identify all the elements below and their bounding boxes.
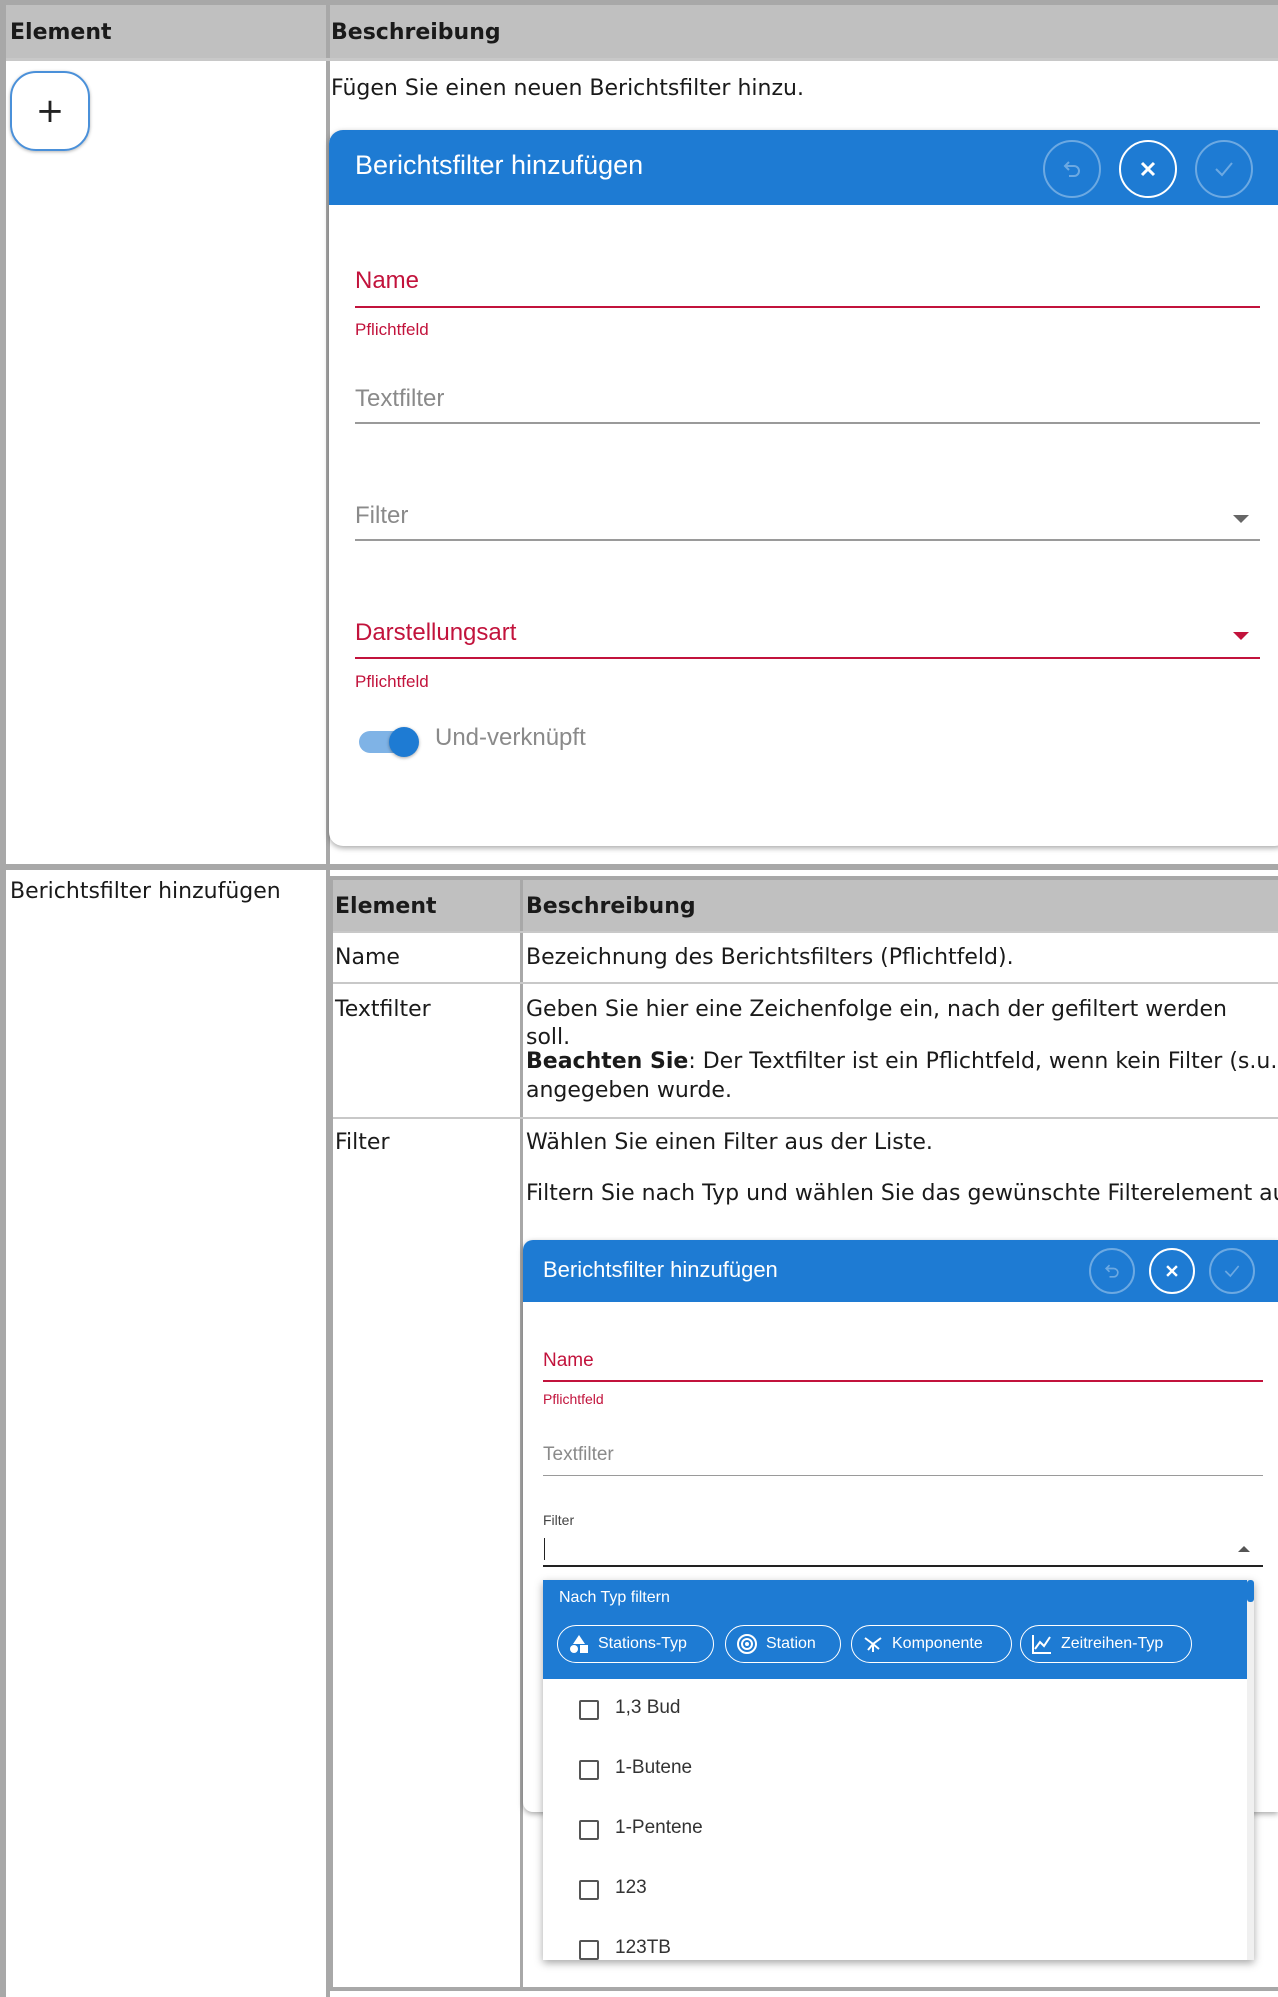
inner-row-filter-description: Wählen Sie einen Filter aus der Liste. xyxy=(526,1130,933,1155)
option-label: 1,3 Bud xyxy=(615,1697,681,1718)
dialog2-check-icon xyxy=(1224,1265,1240,1278)
dropdown-option[interactable]: 1-Butene xyxy=(543,1739,1243,1799)
outer-row1-bottom-line xyxy=(6,864,1278,870)
dropdown-option[interactable]: 1,3 Bud xyxy=(543,1679,1243,1739)
close-icon xyxy=(1140,161,1156,177)
dialog2-name-hint: Pflichtfeld xyxy=(543,1391,604,1407)
inner-row-textfilter-description: Geben Sie hier eine Zeichenfolge ein, na… xyxy=(526,997,1227,1050)
dialog2-name-field[interactable] xyxy=(543,1380,1263,1382)
chip-station[interactable]: Station xyxy=(725,1625,841,1663)
checkbox[interactable] xyxy=(579,1940,599,1960)
dialog2-filter-input[interactable] xyxy=(543,1565,1263,1567)
chip-komponente[interactable]: Komponente xyxy=(851,1625,1012,1663)
filter-select-label: Filter xyxy=(355,502,409,529)
chip-label: Komponente xyxy=(892,1635,983,1652)
inner-row-textfilter-note: Beachten Sie: Der Textfilter ist ein Pfl… xyxy=(526,1048,1278,1076)
darstellungsart-hint: Pflichtfeld xyxy=(355,672,429,691)
note-bold: Beachten Sie xyxy=(526,1049,689,1074)
shapes-icon xyxy=(570,1635,588,1653)
inner-row-filter-description2: Filtern Sie nach Typ und wählen Sie das … xyxy=(526,1181,1278,1206)
molecule-icon xyxy=(864,1637,882,1652)
textfilter-field[interactable] xyxy=(355,422,1260,424)
dialog2-title: Berichtsfilter hinzufügen xyxy=(543,1257,778,1282)
dialog-add-report-filter: Berichtsfilter hinzufügen Name Pflichtfe… xyxy=(329,130,1278,846)
dialog2-undo-button[interactable] xyxy=(1089,1248,1135,1294)
inner-header-description: Beschreibung xyxy=(526,894,696,919)
dialog2-confirm-button[interactable] xyxy=(1209,1248,1255,1294)
row2-element: Berichtsfilter hinzufügen xyxy=(10,879,281,904)
option-label: 123 xyxy=(615,1877,647,1898)
dropdown-option[interactable]: 1-Pentene xyxy=(543,1799,1243,1859)
dialog2-close-button[interactable] xyxy=(1149,1248,1195,1294)
checkbox[interactable] xyxy=(579,1760,599,1780)
dialog-title: Berichtsfilter hinzufügen xyxy=(355,150,644,180)
filter-select-arrow-icon xyxy=(1233,515,1249,523)
filter-dropdown: Nach Typ filtern Stations-Typ Station Ko… xyxy=(543,1580,1254,1960)
dialog2-close-icon xyxy=(1166,1265,1178,1277)
inner-row-filter-element: Filter xyxy=(335,1130,390,1155)
textfilter-field-label: Textfilter xyxy=(355,385,445,412)
dialog2-textfilter-label: Textfilter xyxy=(543,1444,614,1465)
inner-row2-line xyxy=(333,1117,1278,1119)
option-label: 1-Pentene xyxy=(615,1817,703,1838)
dialog2-undo-icon xyxy=(1104,1264,1119,1278)
dialog2-filter-label: Filter xyxy=(543,1512,575,1528)
inner-row-name-description: Bezeichnung des Berichtsfilters (Pflicht… xyxy=(526,945,1014,970)
inner-bottom-border xyxy=(329,1987,1278,1991)
broadcast-icon xyxy=(737,1634,757,1654)
checkbox[interactable] xyxy=(579,1880,599,1900)
checkbox[interactable] xyxy=(579,1820,599,1840)
dropdown-header: Nach Typ filtern xyxy=(559,1589,670,1606)
option-label: 1-Butene xyxy=(615,1757,693,1778)
toggle-thumb xyxy=(389,727,419,757)
inner-row-textfilter-element: Textfilter xyxy=(335,997,431,1022)
inner-row1-line xyxy=(333,982,1278,984)
darstellungsart-arrow-icon xyxy=(1233,632,1249,640)
darstellungsart-select-label: Darstellungsart xyxy=(355,619,517,646)
inner-header-row xyxy=(331,880,1278,932)
inner-row-name-element: Name xyxy=(335,945,400,970)
name-field-hint: Pflichtfeld xyxy=(355,320,429,339)
outer-header-element: Element xyxy=(10,20,112,45)
undo-button[interactable] xyxy=(1043,140,1101,198)
outer-header-row xyxy=(0,5,1278,59)
dropdown-scrollbar[interactable] xyxy=(1247,1580,1254,1960)
outer-left-border xyxy=(0,0,6,1997)
chip-label: Stations-Typ xyxy=(598,1635,687,1652)
outer-header-bottom-line xyxy=(6,58,1278,61)
darstellungsart-select[interactable] xyxy=(355,657,1260,659)
dialog2-textfilter-field[interactable] xyxy=(543,1475,1263,1476)
name-field[interactable] xyxy=(355,306,1260,308)
und-verknuepft-toggle[interactable] xyxy=(359,727,419,757)
name-field-label: Name xyxy=(355,267,420,294)
checkbox[interactable] xyxy=(579,1700,599,1720)
inner-left-border xyxy=(329,876,333,1990)
plus-icon: + xyxy=(35,91,65,131)
chart-icon xyxy=(1032,1635,1051,1654)
outer-header-description: Beschreibung xyxy=(331,20,501,45)
dialog2-filter-arrow-icon xyxy=(1238,1546,1250,1552)
note-rest: : Der Textfilter ist ein Pflichtfeld, we… xyxy=(688,1049,1278,1074)
check-icon xyxy=(1215,162,1233,177)
dropdown-option[interactable]: 123TB xyxy=(543,1919,1243,1960)
row1-description: Fügen Sie einen neuen Berichtsfilter hin… xyxy=(331,76,804,101)
filter-select[interactable] xyxy=(355,539,1260,541)
confirm-button[interactable] xyxy=(1195,140,1253,198)
undo-icon xyxy=(1063,161,1080,177)
chip-stations-typ[interactable]: Stations-Typ xyxy=(557,1625,714,1663)
inner-header-line xyxy=(333,931,1278,933)
chip-label: Station xyxy=(766,1635,816,1652)
dropdown-scrollbar-thumb[interactable] xyxy=(1247,1580,1254,1602)
close-button[interactable] xyxy=(1119,140,1177,198)
plus-button[interactable]: + xyxy=(10,71,90,151)
inner-row-textfilter-note-line2: angegeben wurde. xyxy=(526,1078,732,1103)
dropdown-option[interactable]: 123 xyxy=(543,1859,1243,1919)
chip-label: Zeitreihen-Typ xyxy=(1061,1635,1164,1652)
toggle-label: Und-verknüpft xyxy=(435,724,586,751)
dialog2-name-label: Name xyxy=(543,1350,594,1371)
chip-zeitreihen-typ[interactable]: Zeitreihen-Typ xyxy=(1020,1625,1192,1663)
inner-header-element: Element xyxy=(335,894,437,919)
dialog2-filter-caret xyxy=(544,1538,545,1560)
option-label: 123TB xyxy=(615,1937,671,1958)
